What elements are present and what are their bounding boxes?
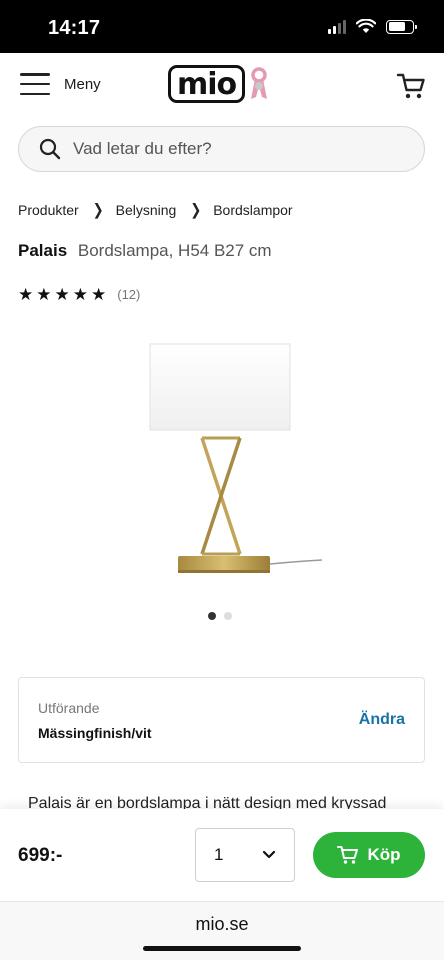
wifi-icon <box>356 19 376 33</box>
search-input[interactable] <box>73 139 393 159</box>
carousel-dot[interactable] <box>208 612 216 620</box>
status-time: 14:17 <box>48 17 101 39</box>
star-icon: ★ <box>18 285 34 304</box>
quantity-select[interactable]: 1 <box>195 828 295 882</box>
browser-url-bar[interactable]: mio.se <box>0 901 444 960</box>
search-bar <box>18 126 425 172</box>
product-title: Palais Bordslampa, H54 B27 cm <box>18 241 272 261</box>
variant-value: Mässingfinish/vit <box>38 725 152 741</box>
star-icon: ★ <box>72 285 88 304</box>
variant-label: Utförande <box>38 700 100 716</box>
site-logo[interactable]: mio <box>168 65 269 103</box>
hamburger-icon <box>20 73 50 95</box>
pink-ribbon-icon <box>251 67 268 99</box>
product-rating[interactable]: ★ ★ ★ ★ ★ (12) <box>18 286 140 303</box>
carousel-dot[interactable] <box>224 612 232 620</box>
variant-selector: Utförande Mässingfinish/vit Ändra <box>18 677 425 763</box>
breadcrumb: Produkter ❯ Belysning ❯ Bordslampor <box>18 200 293 219</box>
rating-count: (12) <box>117 287 141 302</box>
chevron-right-icon: ❯ <box>92 200 104 219</box>
breadcrumb-item-belysning[interactable]: Belysning <box>116 202 177 218</box>
search-icon <box>39 138 61 160</box>
star-icon: ★ <box>91 285 107 304</box>
home-indicator <box>143 946 301 951</box>
site-header: Meny mio <box>0 53 444 119</box>
signal-icon <box>328 19 346 34</box>
buy-button-label: Köp <box>367 845 401 864</box>
cart-icon[interactable] <box>396 71 426 101</box>
url-text: mio.se <box>195 914 249 934</box>
change-variant-button[interactable]: Ändra <box>359 711 405 729</box>
breadcrumb-item-bordslampor[interactable]: Bordslampor <box>213 202 292 218</box>
status-icons <box>328 19 417 34</box>
star-icon: ★ <box>36 285 52 304</box>
chevron-down-icon <box>262 850 276 859</box>
product-price: 699:- <box>18 845 63 866</box>
product-image[interactable] <box>130 328 330 588</box>
breadcrumb-item-produkter[interactable]: Produkter <box>18 202 79 218</box>
battery-icon <box>386 19 417 34</box>
image-carousel-dots <box>208 612 232 620</box>
product-subtitle: Bordslampa, H54 B27 cm <box>77 241 272 260</box>
chevron-right-icon: ❯ <box>190 200 202 219</box>
buy-bar: 699:- 1 Köp <box>0 809 444 901</box>
menu-label: Meny <box>64 75 101 93</box>
star-icon: ★ <box>54 285 70 304</box>
quantity-value: 1 <box>214 845 224 864</box>
logo-wordmark: mio <box>168 65 246 103</box>
status-bar: 14:17 <box>0 0 444 53</box>
product-name: Palais <box>18 241 68 260</box>
buy-button[interactable]: Köp <box>313 832 425 878</box>
menu-button[interactable]: Meny <box>20 73 101 95</box>
cart-icon <box>337 846 359 864</box>
